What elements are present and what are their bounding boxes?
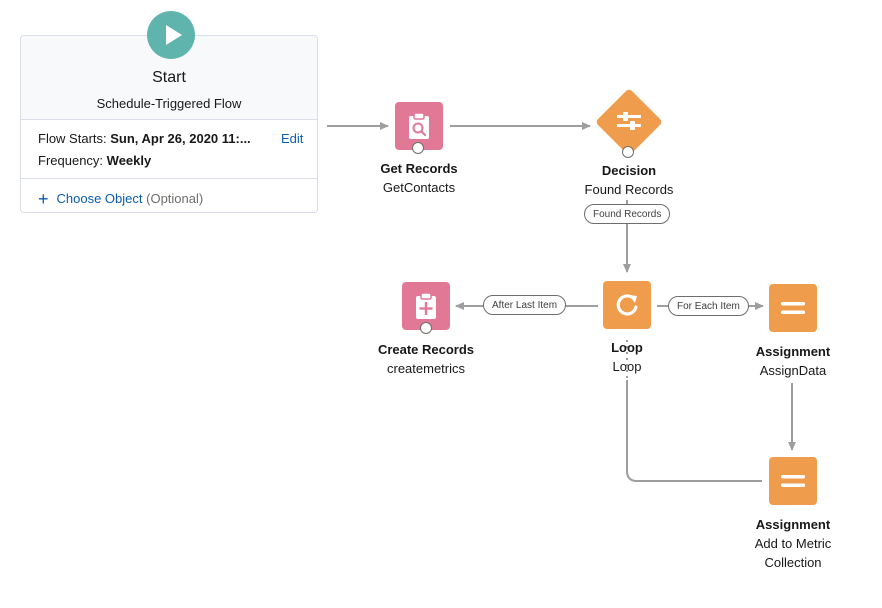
- plus-icon: +: [38, 189, 49, 209]
- edit-link[interactable]: Edit: [281, 131, 303, 146]
- get-records-port[interactable]: [412, 142, 424, 154]
- search-record-icon: [409, 112, 429, 139]
- create-records-name: createmetrics: [386, 361, 466, 376]
- create-record-icon: [416, 292, 436, 319]
- loop-label: Loop Loop: [547, 338, 707, 376]
- choose-object-link[interactable]: + Choose Object (Optional): [38, 189, 203, 210]
- choose-object-label: Choose Object: [56, 191, 143, 206]
- edge-label-found-records[interactable]: Found Records: [584, 204, 671, 224]
- create-records-label: Create Records createmetrics: [346, 340, 506, 378]
- assignment-node-1[interactable]: [769, 284, 817, 332]
- get-records-name: GetContacts: [382, 180, 456, 195]
- loop-name: Loop: [612, 359, 642, 374]
- assignment-1-name: AssignData: [759, 363, 827, 378]
- assignment-icon: [781, 302, 805, 314]
- create-records-type: Create Records: [377, 342, 475, 357]
- assignment-1-label: Assignment AssignData: [713, 342, 873, 380]
- decision-node[interactable]: [595, 88, 663, 156]
- start-title: Start: [152, 69, 186, 86]
- flow-canvas: Start Schedule-Triggered Flow Flow Start…: [0, 0, 882, 608]
- play-icon[interactable]: [147, 11, 195, 59]
- assignment-2-type: Assignment: [755, 517, 831, 532]
- start-type: Schedule-Triggered Flow: [96, 96, 242, 111]
- decision-port[interactable]: [622, 146, 634, 158]
- start-card[interactable]: Start Schedule-Triggered Flow Flow Start…: [20, 11, 318, 213]
- loop-type: Loop: [611, 340, 643, 355]
- get-records-label: Get Records GetContacts: [339, 159, 499, 197]
- flow-starts-value: Sun, Apr 26, 2020 11:...: [110, 131, 251, 146]
- edge-label-for-each-item[interactable]: For Each Item: [668, 296, 749, 316]
- flow-starts-label: Flow Starts:: [38, 131, 107, 146]
- optional-label: (Optional): [146, 191, 204, 206]
- assignment-node-2[interactable]: [769, 457, 817, 505]
- decision-icon: [605, 98, 653, 146]
- decision-name: Found Records: [584, 182, 674, 197]
- connector-assignment-back-to-loop: [626, 380, 762, 482]
- loop-node[interactable]: [603, 281, 651, 329]
- divider: [21, 178, 317, 179]
- decision-type: Decision: [601, 163, 657, 178]
- assignment-2-name: Add to Metric Collection: [754, 536, 832, 570]
- edge-label-after-last-item[interactable]: After Last Item: [483, 295, 567, 315]
- assignment-icon: [781, 475, 805, 487]
- assignment-2-label: Assignment Add to Metric Collection: [713, 515, 873, 572]
- flow-starts-row: Flow Starts: Sun, Apr 26, 2020 11:...: [38, 131, 251, 146]
- loop-icon: [616, 294, 638, 316]
- frequency-value: Weekly: [106, 153, 152, 168]
- assignment-1-type: Assignment: [755, 344, 831, 359]
- get-records-type: Get Records: [380, 161, 458, 176]
- frequency-row: Frequency: Weekly: [38, 153, 151, 168]
- decision-label: Decision Found Records: [549, 161, 709, 199]
- create-records-port[interactable]: [420, 322, 432, 334]
- frequency-label: Frequency:: [38, 153, 104, 168]
